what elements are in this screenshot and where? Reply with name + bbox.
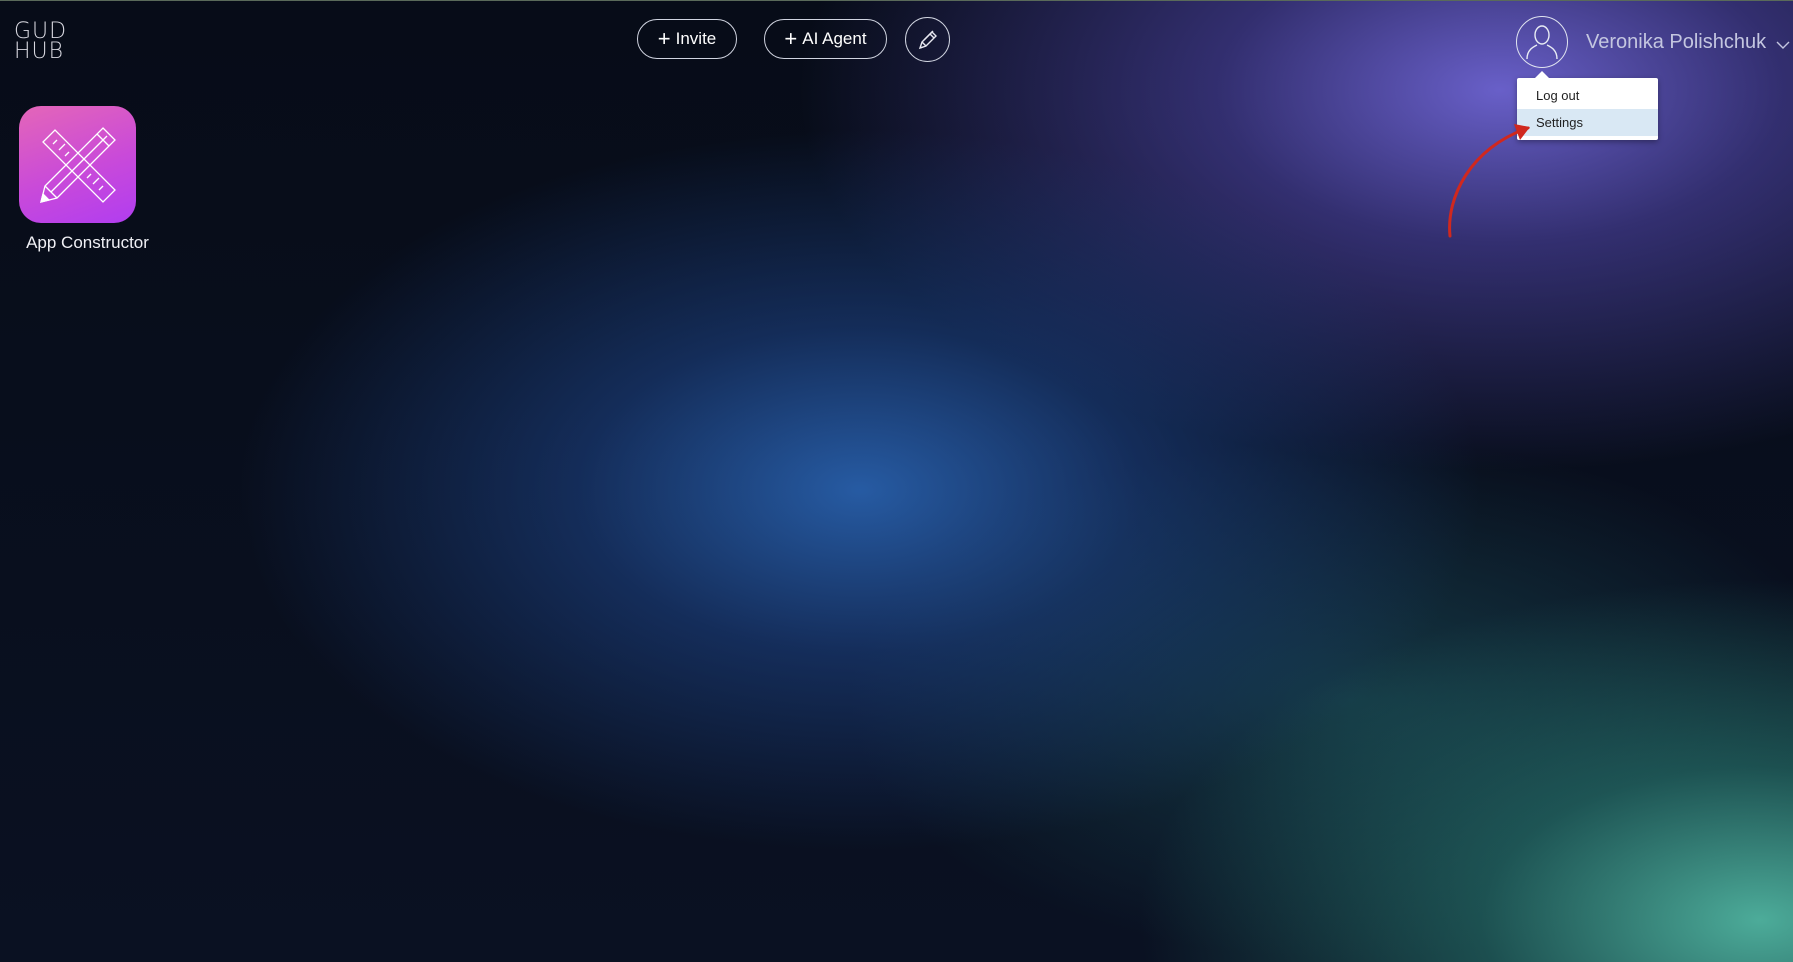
chevron-down-icon[interactable]: [1776, 41, 1790, 50]
invite-button[interactable]: + Invite: [637, 19, 737, 59]
app-label: App Constructor: [26, 233, 149, 252]
plus-icon: +: [784, 26, 798, 51]
user-icon: [1526, 25, 1558, 60]
pencil-icon: [918, 30, 937, 49]
ai-agent-button[interactable]: + AI Agent: [764, 19, 887, 59]
logo-line-2: HUB: [14, 39, 65, 64]
ai-agent-label: AI Agent: [802, 29, 867, 48]
annotation-arrow: [1448, 124, 1530, 238]
menu-item-logout[interactable]: Log out: [1517, 82, 1658, 109]
user-name[interactable]: Veronika Polishchuk: [1586, 31, 1766, 54]
edit-button[interactable]: [905, 17, 950, 62]
app-tile-app-constructor[interactable]: App Constructor: [19, 106, 169, 253]
ruler-pencil-icon: [39, 126, 116, 203]
gudhub-logo[interactable]: GUD HUB: [14, 21, 67, 64]
invite-label: Invite: [675, 29, 717, 48]
plus-icon: +: [657, 26, 671, 51]
top-border: [0, 0, 1793, 1]
user-profile[interactable]: Veronika Polishchuk: [1516, 16, 1790, 68]
avatar[interactable]: [1516, 16, 1568, 68]
app-icon[interactable]: [19, 106, 136, 223]
